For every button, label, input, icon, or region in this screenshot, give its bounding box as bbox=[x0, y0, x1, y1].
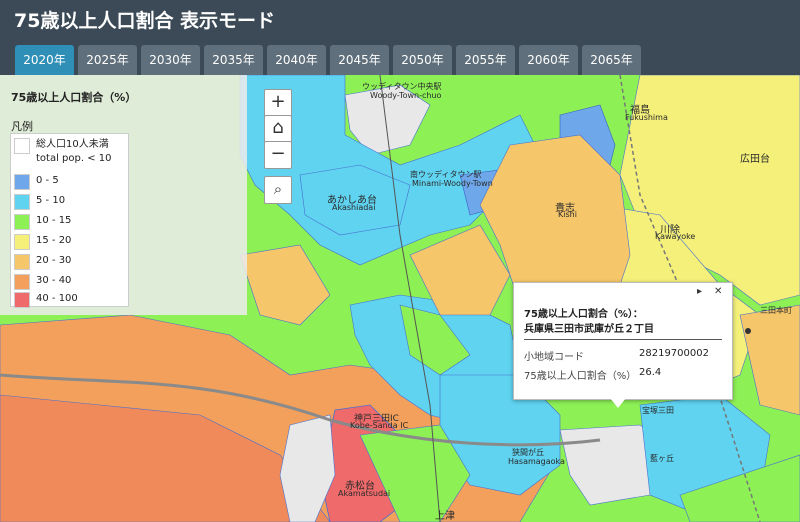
label-kobe-sanda-ic-en: Kobe-Sanda IC bbox=[350, 421, 409, 430]
popup-key-code: 小地域コード bbox=[524, 352, 584, 363]
tab-2030[interactable]: 2030年 bbox=[141, 45, 200, 75]
station-marker bbox=[745, 328, 751, 334]
label-hiroda: 広田台 bbox=[740, 154, 770, 165]
legend-swatch bbox=[14, 274, 30, 290]
popup-title: 75歳以上人口割合（%）： 兵庫県三田市武庫が丘２丁目 bbox=[524, 307, 654, 337]
legend-label: 5 - 10 bbox=[36, 195, 66, 206]
label-akamatsudai-en: Akamatsudai bbox=[338, 489, 391, 498]
legend-subtitle: 凡例 bbox=[11, 120, 33, 133]
legend-label: 0 - 5 bbox=[36, 175, 59, 186]
tab-2065[interactable]: 2065年 bbox=[582, 45, 641, 75]
home-button[interactable]: ⌂ bbox=[264, 115, 292, 143]
legend-panel: 75歳以上人口割合（%） 凡例 総人口10人未満 total pop. < 10… bbox=[0, 75, 247, 315]
zoom-out-button[interactable]: − bbox=[264, 141, 292, 169]
legend-label: 20 - 30 bbox=[36, 255, 72, 266]
legend-label: 15 - 20 bbox=[36, 235, 72, 246]
legend-swatch bbox=[14, 138, 30, 154]
legend-swatch bbox=[14, 174, 30, 190]
label-kokoroga: 藍ヶ丘 bbox=[650, 454, 674, 463]
legend-label: 30 - 40 bbox=[36, 275, 72, 286]
close-icon[interactable]: ✕ bbox=[714, 286, 722, 297]
next-icon[interactable]: ▸ bbox=[697, 286, 702, 297]
page-title: 75歳以上人口割合 表示モード bbox=[14, 10, 276, 32]
search-button[interactable]: ⌕ bbox=[264, 176, 292, 204]
legend-swatch bbox=[14, 234, 30, 250]
popup-title-line1: 75歳以上人口割合（%）： bbox=[524, 309, 643, 320]
tab-2035[interactable]: 2035年 bbox=[204, 45, 263, 75]
legend-box: 総人口10人未満 total pop. < 10 0 - 5 5 - 10 10… bbox=[10, 133, 129, 308]
label-kawa-en: Kawayoke bbox=[655, 232, 696, 241]
label-kamitsu: 上津 bbox=[435, 511, 455, 522]
tab-2060[interactable]: 2060年 bbox=[519, 45, 578, 75]
legend-label: 10 - 15 bbox=[36, 215, 72, 226]
popup-divider bbox=[524, 339, 722, 340]
label-woody-town-naka-en: Woody-Town-chuo bbox=[370, 91, 442, 100]
label-minami-woody-en: Minami-Woody-Town bbox=[412, 179, 493, 188]
label-hasamagaoka-en: Hasamagaoka bbox=[508, 457, 565, 466]
label-takarazuka-sanda: 宝塚三田 bbox=[642, 406, 674, 415]
legend-label: 総人口10人未満 bbox=[36, 139, 109, 150]
label-kishi-en: Kishi bbox=[558, 210, 577, 219]
tab-2045[interactable]: 2045年 bbox=[330, 45, 389, 75]
legend-swatch bbox=[14, 194, 30, 210]
legend-label: 40 - 100 bbox=[36, 293, 78, 304]
tab-2025[interactable]: 2025年 bbox=[78, 45, 137, 75]
popup-pointer bbox=[610, 398, 626, 408]
legend-title: 75歳以上人口割合（%） bbox=[11, 91, 137, 104]
popup-title-line2: 兵庫県三田市武庫が丘２丁目 bbox=[524, 324, 654, 335]
zoom-in-button[interactable]: + bbox=[264, 89, 292, 117]
legend-swatch bbox=[14, 214, 30, 230]
tab-2040[interactable]: 2040年 bbox=[267, 45, 326, 75]
tab-2055[interactable]: 2055年 bbox=[456, 45, 515, 75]
feature-popup: ▸ ✕ 75歳以上人口割合（%）： 兵庫県三田市武庫が丘２丁目 小地域コード 2… bbox=[513, 282, 733, 400]
legend-swatch bbox=[14, 292, 30, 308]
tab-2050[interactable]: 2050年 bbox=[393, 45, 452, 75]
popup-value-ratio: 26.4 bbox=[639, 367, 662, 378]
legend-label: total pop. < 10 bbox=[36, 153, 112, 164]
popup-value-code: 28219700002 bbox=[639, 348, 709, 359]
app-header: 75歳以上人口割合 表示モード 2020年 2025年 2030年 2035年 … bbox=[0, 0, 800, 75]
tab-2020[interactable]: 2020年 bbox=[15, 45, 74, 75]
label-sanda-honmachi: 三田本町 bbox=[760, 306, 792, 315]
legend-swatch bbox=[14, 254, 30, 270]
popup-key-ratio: 75歳以上人口割合（%） bbox=[524, 371, 637, 382]
label-fukushima-en: Fukushima bbox=[625, 113, 668, 122]
label-akashiadai-en: Akashiadai bbox=[332, 203, 376, 212]
